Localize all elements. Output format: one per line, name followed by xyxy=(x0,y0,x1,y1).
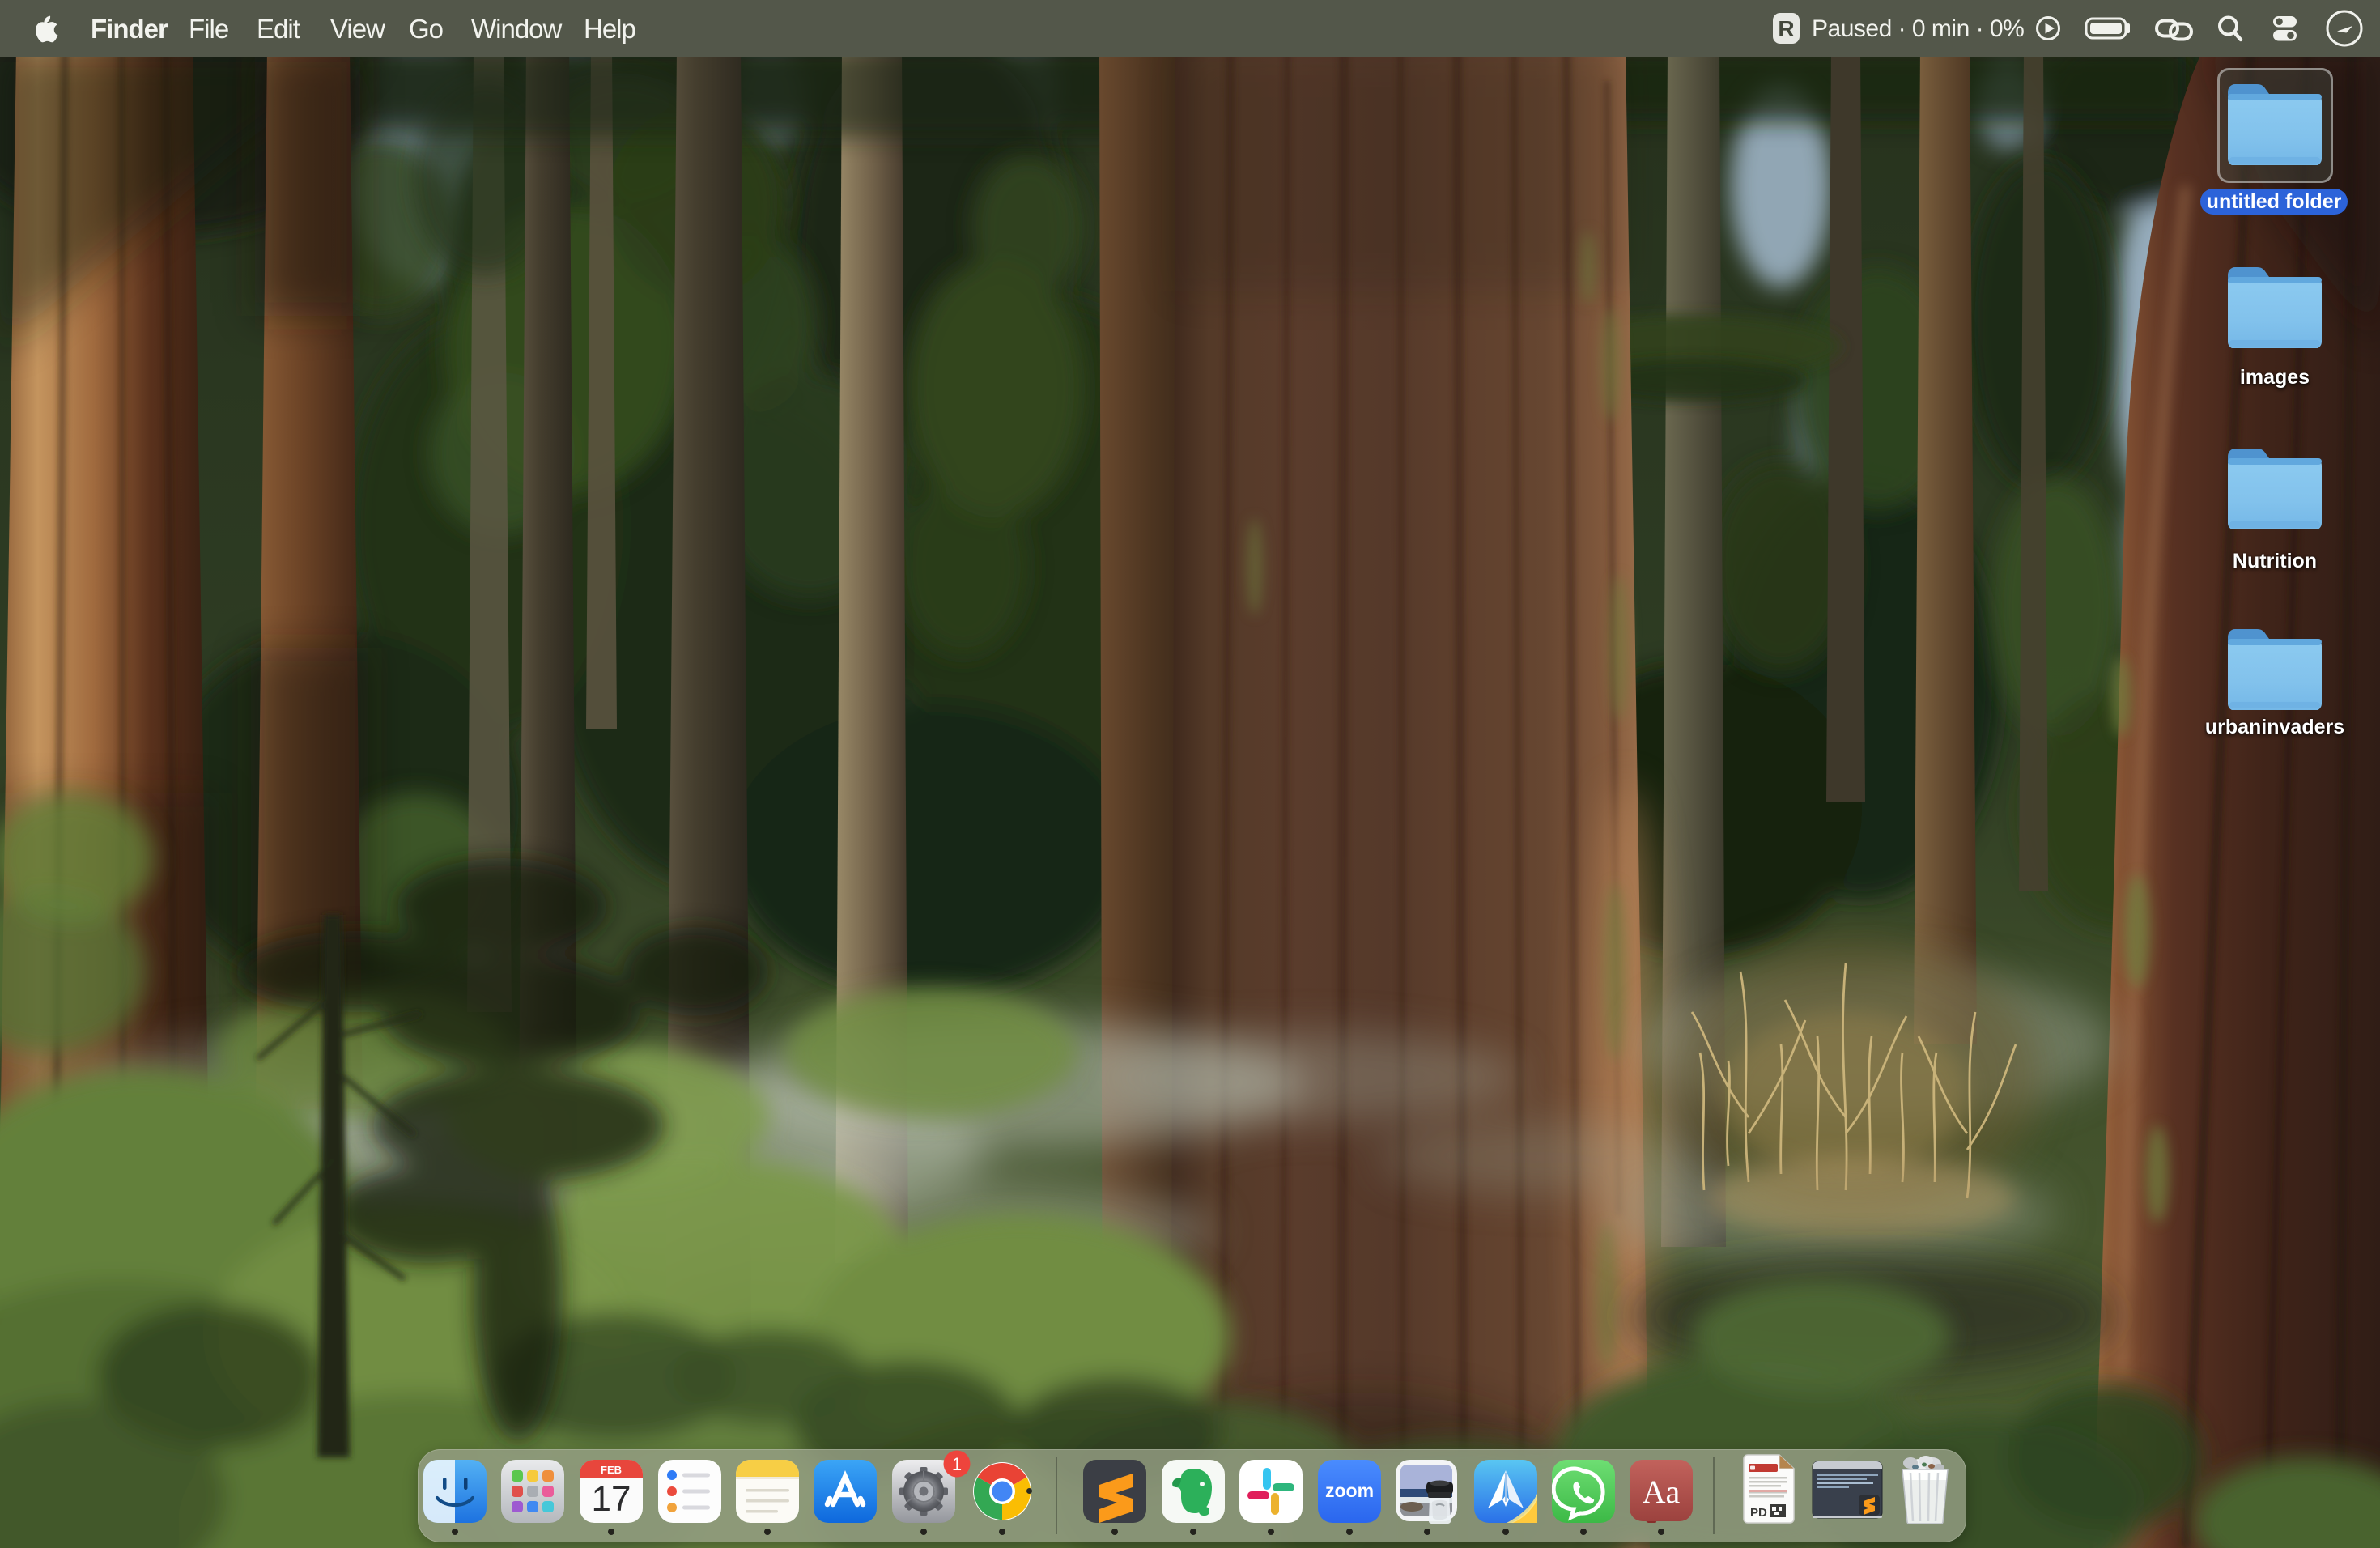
svg-text:1: 1 xyxy=(952,1454,962,1474)
svg-text:Aa: Aa xyxy=(1643,1474,1681,1510)
svg-text:zoom: zoom xyxy=(1325,1480,1374,1501)
svg-text:FEB: FEB xyxy=(601,1464,622,1476)
svg-text:17: 17 xyxy=(592,1479,631,1519)
svg-text:PD: PD xyxy=(1750,1506,1767,1520)
